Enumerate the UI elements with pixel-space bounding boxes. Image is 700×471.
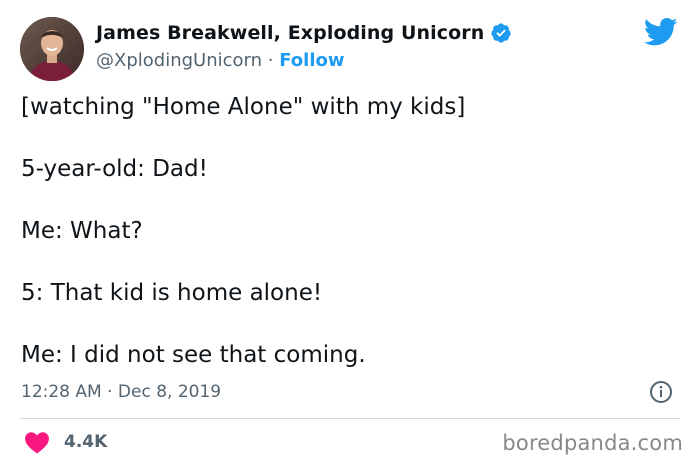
verified-badge-icon [491, 23, 511, 43]
heart-icon [25, 432, 49, 454]
tweet-text: [watching "Home Alone" with my kids] 5-y… [21, 92, 671, 402]
author-handle-row: @XplodingUnicorn · Follow [96, 50, 345, 71]
tweet-line: Me: I did not see that coming. [21, 342, 366, 368]
like-button[interactable]: 4.4K [24, 430, 107, 454]
tweet-line: 5-year-old: Dad! [21, 156, 208, 182]
like-count: 4.4K [64, 432, 108, 452]
author-display-name[interactable]: James Breakwell, Exploding Unicorn [96, 22, 484, 44]
divider [20, 418, 680, 419]
avatar-image [20, 17, 84, 81]
tweet-timestamp[interactable]: 12:28 AM · Dec 8, 2019 [21, 382, 221, 402]
twitter-bird-icon[interactable] [644, 17, 678, 47]
follow-button[interactable]: Follow [279, 50, 344, 71]
tweet-line: Me: What? [21, 218, 143, 244]
avatar[interactable] [20, 17, 84, 81]
watermark: boredpanda.com [502, 431, 683, 455]
author-handle[interactable]: @XplodingUnicorn [96, 50, 262, 71]
tweet-line: [watching "Home Alone" with my kids] [21, 94, 466, 120]
info-icon[interactable] [649, 380, 673, 404]
tweet-line: 5: That kid is home alone! [21, 280, 323, 306]
author-name-row: James Breakwell, Exploding Unicorn [96, 22, 512, 44]
handle-separator: · [267, 50, 274, 71]
tweet-card: James Breakwell, Exploding Unicorn @Xplo… [0, 0, 700, 471]
